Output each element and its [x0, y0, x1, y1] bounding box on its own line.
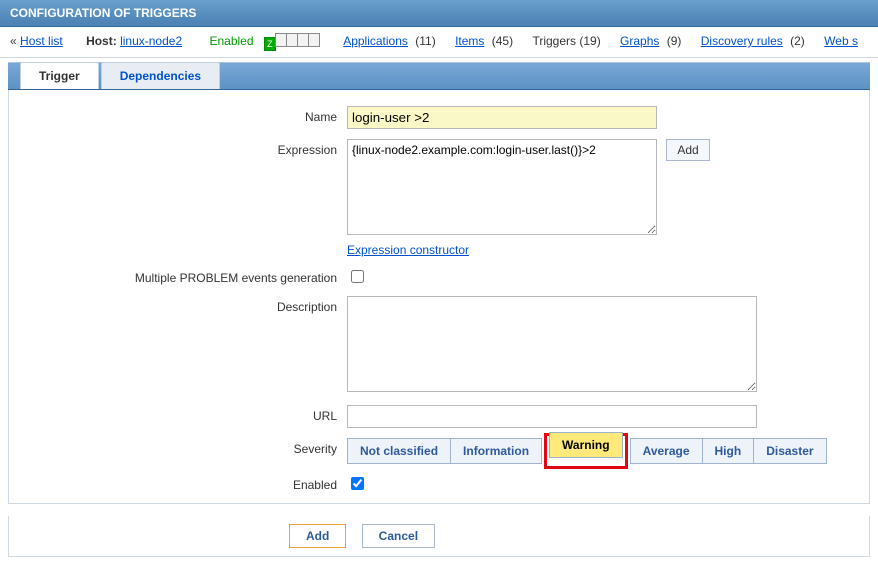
expression-label: Expression: [27, 139, 347, 157]
severity-high[interactable]: High: [703, 438, 755, 464]
tabs-bar: Trigger Dependencies: [8, 62, 870, 90]
severity-label: Severity: [27, 438, 347, 456]
host-name-link[interactable]: linux-node2: [120, 34, 182, 48]
page-title-bar: CONFIGURATION OF TRIGGERS: [0, 0, 878, 27]
host-label: Host:: [86, 34, 117, 48]
discovery-count: (2): [790, 34, 805, 48]
severity-not-classified[interactable]: Not classified: [347, 438, 451, 464]
severity-average[interactable]: Average: [630, 438, 703, 464]
items-count: (45): [492, 34, 513, 48]
severity-warning-highlight: Warning: [544, 433, 628, 469]
other-icon: [308, 33, 320, 47]
expression-textarea[interactable]: {linux-node2.example.com:login-user.last…: [347, 139, 657, 235]
host-list-link[interactable]: Host list: [20, 34, 63, 48]
page-title: CONFIGURATION OF TRIGGERS: [10, 6, 196, 20]
breadcrumb: « Host list Host: linux-node2 Enabled Z …: [0, 27, 878, 58]
expression-constructor-link[interactable]: Expression constructor: [347, 243, 469, 257]
status-enabled: Enabled: [209, 34, 253, 48]
footer-bar: Add Cancel: [8, 516, 870, 557]
web-link[interactable]: Web s: [824, 34, 858, 48]
severity-warning[interactable]: Warning: [549, 432, 623, 458]
graphs-count: (9): [667, 34, 682, 48]
expression-add-button[interactable]: Add: [666, 139, 709, 161]
triggers-count: (19): [579, 34, 600, 48]
tab-dependencies[interactable]: Dependencies: [101, 62, 220, 89]
applications-count: (11): [415, 34, 435, 48]
tab-trigger[interactable]: Trigger: [20, 62, 99, 89]
multiple-problem-label: Multiple PROBLEM events generation: [27, 267, 347, 285]
discovery-link[interactable]: Discovery rules: [701, 34, 783, 48]
applications-link[interactable]: Applications: [343, 34, 408, 48]
triggers-label: Triggers: [532, 34, 576, 48]
form-area: Name Expression {linux-node2.example.com…: [8, 90, 870, 504]
url-label: URL: [27, 405, 347, 423]
enabled-checkbox[interactable]: [351, 477, 364, 490]
add-button[interactable]: Add: [289, 524, 346, 548]
severity-disaster[interactable]: Disaster: [754, 438, 826, 464]
description-label: Description: [27, 296, 347, 314]
url-input[interactable]: [347, 405, 757, 428]
description-textarea[interactable]: [347, 296, 757, 392]
graphs-link[interactable]: Graphs: [620, 34, 659, 48]
multiple-problem-checkbox[interactable]: [351, 270, 364, 283]
back-marker: «: [10, 34, 17, 48]
items-link[interactable]: Items: [455, 34, 484, 48]
name-label: Name: [27, 106, 347, 124]
name-input[interactable]: [347, 106, 657, 129]
availability-indicator: Z: [265, 33, 320, 51]
enabled-label: Enabled: [27, 474, 347, 492]
severity-information[interactable]: Information: [451, 438, 542, 464]
cancel-button[interactable]: Cancel: [362, 524, 435, 548]
severity-group: Not classified Information Warning Avera…: [347, 438, 827, 464]
